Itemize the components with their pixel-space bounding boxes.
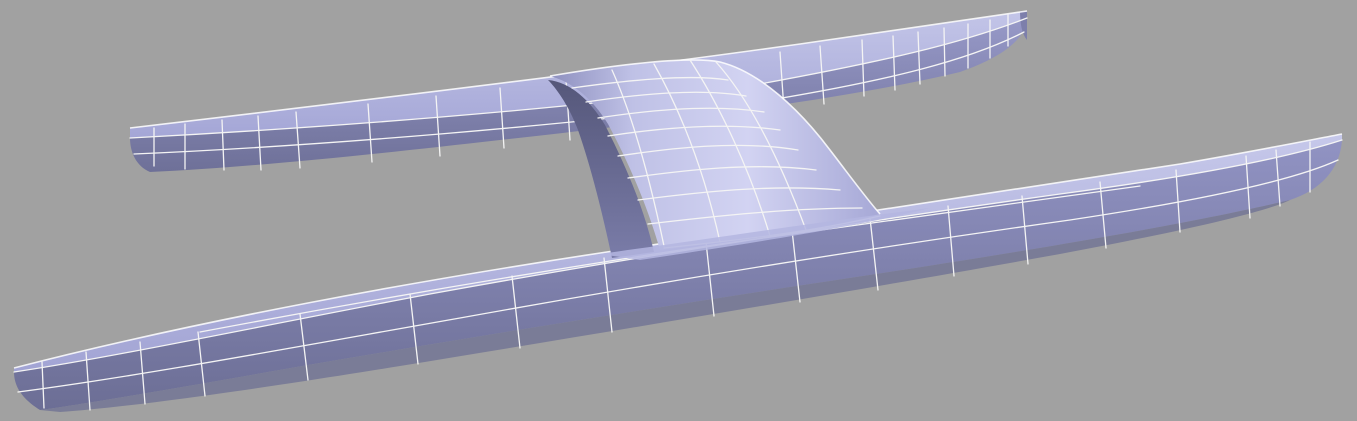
3d-viewport[interactable]	[0, 0, 1357, 421]
rear-hull[interactable]	[129, 10, 1028, 172]
model-render	[13, 10, 1343, 412]
